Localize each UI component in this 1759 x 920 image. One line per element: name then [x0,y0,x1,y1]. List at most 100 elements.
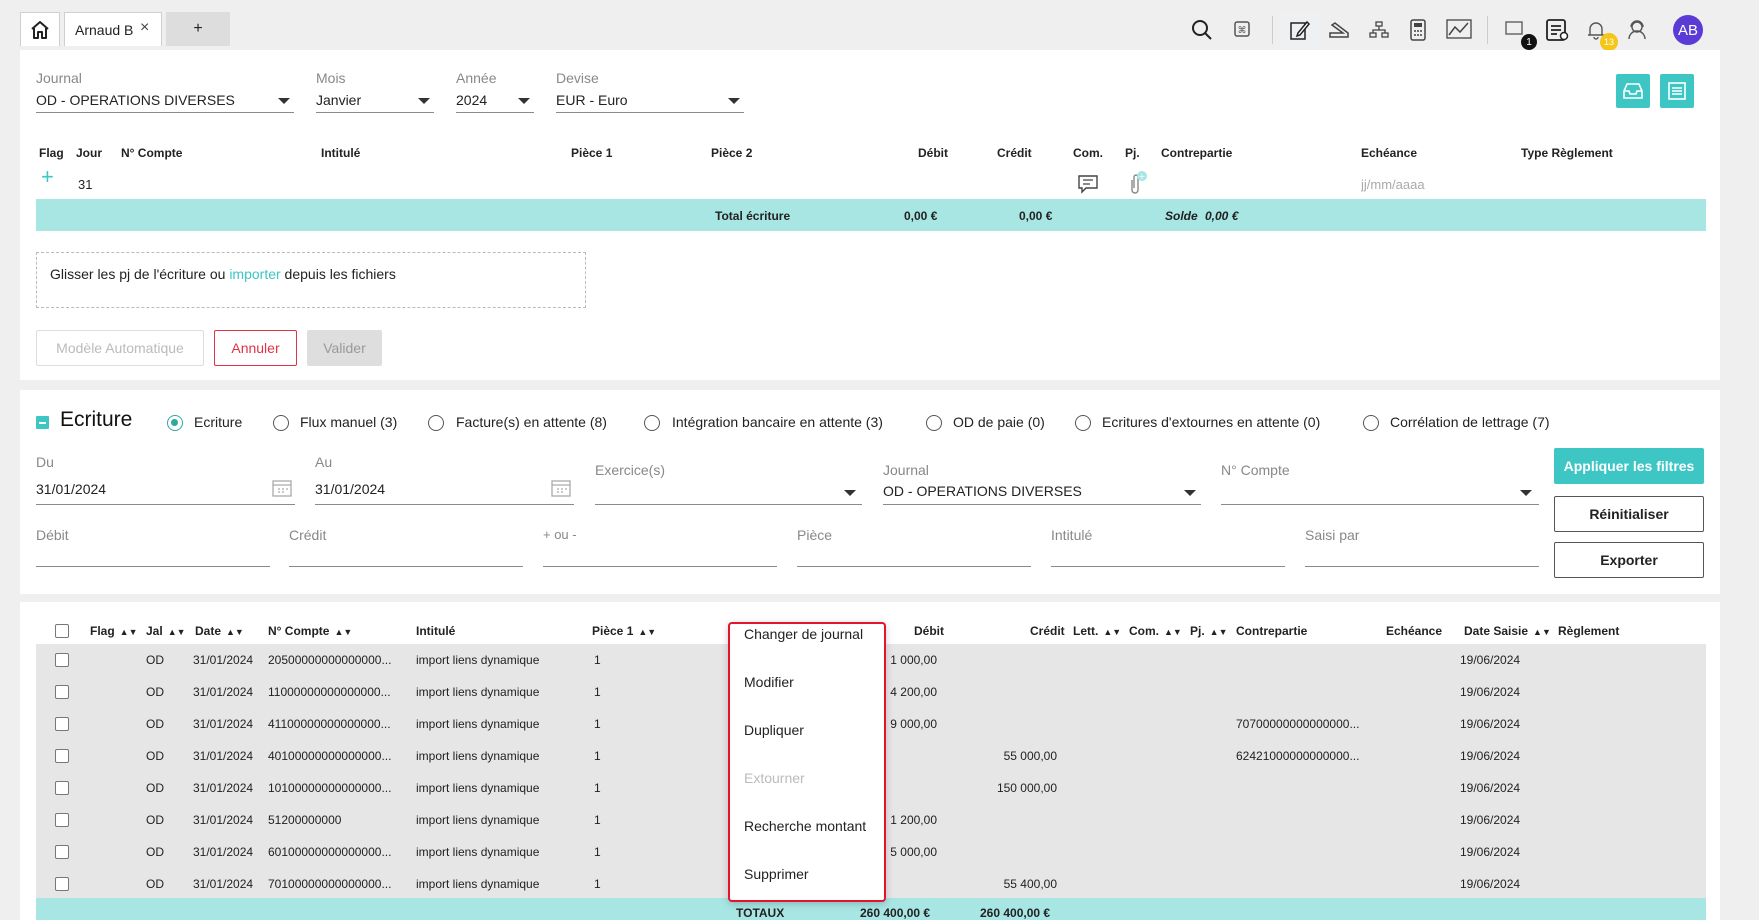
journal-select-value[interactable]: OD - OPERATIONS DIVERSES [36,92,235,108]
menu-item-modifier[interactable]: Modifier [744,674,794,690]
th-date[interactable]: Date ▲▼ [195,624,244,638]
comment-icon[interactable] [1077,174,1099,194]
th-credit[interactable]: Crédit [1030,624,1065,638]
close-tab-icon[interactable]: × [140,19,149,37]
radio-integration-bancaire[interactable] [644,415,660,431]
radio-od-paie[interactable] [926,415,942,431]
add-tab-button[interactable]: + [166,12,230,46]
echeance-placeholder[interactable]: jj/mm/aaaa [1361,177,1425,192]
import-link[interactable]: importer [229,266,280,282]
row-checkbox[interactable] [55,653,69,667]
au-date-input[interactable]: 31/01/2024 [315,481,385,497]
th-piece1[interactable]: Pièce 1 ▲▼ [592,624,656,638]
annee-select-value[interactable]: 2024 [456,92,487,108]
menu-item-changer-journal[interactable]: Changer de journal [744,626,863,642]
list-view-button[interactable] [1660,74,1694,108]
plusmoins-filter-input[interactable] [543,566,777,567]
radio-flux-manuel[interactable] [273,415,289,431]
row-checkbox[interactable] [55,813,69,827]
th-flag[interactable]: Flag ▲▼ [90,624,138,638]
modele-automatique-button[interactable]: Modèle Automatique [36,330,204,366]
cell-date-saisie: 19/06/2024 [1460,781,1521,795]
menu-item-dupliquer[interactable]: Dupliquer [744,722,804,738]
chevron-down-icon[interactable] [518,98,530,104]
row-checkbox[interactable] [55,781,69,795]
collapse-toggle-icon[interactable] [36,416,49,429]
valider-button[interactable]: Valider [307,330,382,366]
th-com[interactable]: Com. ▲▼ [1129,624,1182,638]
calendar-icon[interactable] [272,479,292,497]
tab-arnaud-b[interactable]: Arnaud B × [64,12,162,46]
saisi-par-filter-input[interactable] [1305,566,1539,567]
piece-filter-input[interactable] [797,566,1031,567]
annuler-button[interactable]: Annuler [214,330,297,366]
menu-item-recherche-montant[interactable]: Recherche montant [744,818,866,834]
radio-correlation-lettrage[interactable] [1363,415,1379,431]
exporter-button[interactable]: Exporter [1554,542,1704,578]
du-date-input[interactable]: 31/01/2024 [36,481,106,497]
messages-icon[interactable] [1505,21,1525,37]
radio-ecriture[interactable] [167,415,183,431]
edit-icon[interactable] [1289,19,1311,41]
journal-filter-value[interactable]: OD - OPERATIONS DIVERSES [883,483,1082,499]
support-agent-icon[interactable] [1627,19,1647,41]
solde-label: Solde [1165,209,1198,223]
cell-jal: OD [146,653,164,667]
devise-select-value[interactable]: EUR - Euro [556,92,628,108]
chevron-down-icon[interactable] [844,490,856,496]
credit-filter-input[interactable] [289,566,523,567]
organization-icon[interactable] [1369,20,1389,40]
intitule-filter-input[interactable] [1051,566,1285,567]
inbox-button[interactable] [1616,74,1650,108]
task-list-icon[interactable] [1545,18,1569,42]
chevron-down-icon[interactable] [1520,490,1532,496]
th-label: Jal [146,624,163,638]
calculator-icon[interactable] [1409,19,1427,41]
appliquer-filtres-button[interactable]: Appliquer les filtres [1554,448,1704,484]
reinitialiser-button[interactable]: Réinitialiser [1554,496,1704,532]
th-reglement[interactable]: Règlement [1558,624,1619,638]
cell-date: 31/01/2024 [193,653,254,667]
debit-filter-input[interactable] [36,566,270,567]
keyboard-shortcut-icon[interactable]: ⌘ [1234,21,1250,37]
scanner-icon[interactable] [1327,19,1351,41]
th-compte[interactable]: N° Compte ▲▼ [268,624,352,638]
chevron-down-icon[interactable] [728,98,740,104]
th-jal[interactable]: Jal ▲▼ [146,624,186,638]
search-icon[interactable] [1191,19,1213,41]
mois-select-value[interactable]: Janvier [316,92,361,108]
radio-label: OD de paie (0) [953,414,1045,430]
avatar[interactable]: AB [1673,15,1703,45]
sort-icon: ▲▼ [167,627,186,637]
th-label: Lett. [1073,624,1099,638]
th-echeance[interactable]: Echéance [1386,624,1442,638]
add-line-icon[interactable]: + [41,164,54,190]
row-checkbox[interactable] [55,717,69,731]
select-all-checkbox[interactable] [55,624,69,638]
th-debit[interactable]: Débit [914,624,944,638]
th-intitule[interactable]: Intitulé [416,624,455,638]
attachment-icon[interactable]: + [1126,170,1148,196]
calendar-icon[interactable] [551,479,571,497]
home-tab[interactable] [20,12,60,46]
attachment-drop-zone[interactable]: Glisser les pj de l'écriture ou importer… [36,252,586,308]
th-pj[interactable]: Pj. ▲▼ [1190,624,1228,638]
chevron-down-icon[interactable] [1184,490,1196,496]
row-checkbox[interactable] [55,749,69,763]
th-lett[interactable]: Lett. ▲▼ [1073,624,1121,638]
col-pj: Pj. [1125,146,1140,160]
radio-factures-attente[interactable] [428,415,444,431]
chart-icon[interactable] [1446,19,1472,39]
row-checkbox[interactable] [55,685,69,699]
radio-extournes[interactable] [1075,415,1091,431]
row-checkbox[interactable] [55,877,69,891]
th-contrepartie[interactable]: Contrepartie [1236,624,1307,638]
entry-form-panel: Journal OD - OPERATIONS DIVERSES Mois Ja… [20,50,1720,380]
th-date-saisie[interactable]: Date Saisie ▲▼ [1464,624,1551,638]
radio-label: Flux manuel (3) [300,414,398,430]
chevron-down-icon[interactable] [418,98,430,104]
chevron-down-icon[interactable] [278,98,290,104]
jour-value[interactable]: 31 [78,177,92,192]
menu-item-supprimer[interactable]: Supprimer [744,866,809,882]
row-checkbox[interactable] [55,845,69,859]
